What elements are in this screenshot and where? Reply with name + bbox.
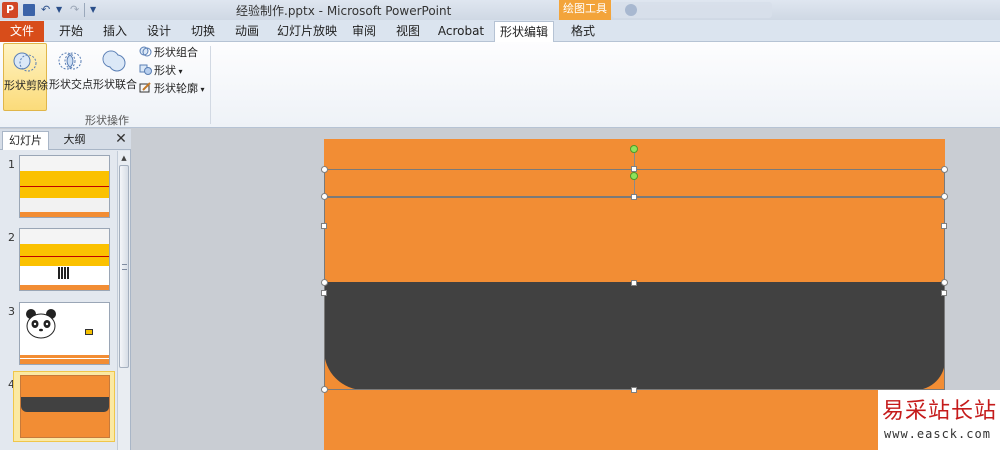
resize-handle[interactable] — [941, 223, 947, 229]
combine-shape-icon — [139, 46, 152, 57]
shape-label: 形状 — [154, 64, 176, 77]
tab-design[interactable]: 设计 — [140, 21, 178, 42]
window-title: 经验制作.pptx - Microsoft PowerPoint — [236, 4, 452, 18]
tab-file[interactable]: 文件 — [0, 21, 44, 42]
ribbon-group-separator — [210, 46, 211, 124]
intersect-shape-label: 形状交点 — [49, 78, 93, 91]
site-watermark: 易采站长站 www.easck.com — [878, 390, 1000, 450]
slide-number-3: 3 — [8, 305, 15, 318]
slide-thumbnail-4-selected[interactable] — [13, 371, 115, 442]
close-icon[interactable]: ✕ — [113, 130, 129, 148]
resize-handle[interactable] — [941, 290, 947, 296]
slide-thumbnail-1[interactable] — [19, 155, 110, 218]
scroll-grip-icon — [122, 264, 127, 270]
ribbon-group-label: 形状操作 — [85, 114, 129, 127]
resize-handle[interactable] — [631, 387, 637, 393]
tab-shape-edit[interactable]: 形状编辑 — [494, 21, 554, 42]
shape-dropdown-icon: ▾ — [176, 67, 183, 76]
resize-handle[interactable] — [321, 290, 327, 296]
ribbon-panel: 形状剪除 形状交点 形状联合 形状组合 形状 ▾ 形状轮廓 ▾ 形状操作 — [0, 42, 1000, 128]
customize-qat-icon[interactable]: ▼ — [90, 3, 96, 17]
powerpoint-icon[interactable]: P — [2, 2, 18, 18]
thumb-yellow-band — [20, 171, 109, 198]
title-bar: P ↶ ▼ ↷ ▼ 经验制作.pptx - Microsoft PowerPoi… — [0, 0, 1000, 20]
shape-outline-label: 形状轮廓 — [154, 82, 198, 95]
intersect-shape-icon — [58, 52, 82, 70]
scroll-thumb[interactable] — [119, 165, 129, 368]
pane-tabs: 幻灯片 大纲 ✕ — [0, 129, 131, 150]
combine-shape-label: 形状组合 — [154, 46, 198, 59]
drawing-tools-header: 绘图工具 — [559, 0, 611, 20]
watermark-url: www.easck.com — [884, 427, 991, 441]
undo-icon[interactable]: ↶ — [41, 3, 50, 17]
shape-outline-button[interactable]: 形状轮廓 ▾ — [139, 80, 205, 97]
subtract-shape-button[interactable]: 形状剪除 — [3, 43, 48, 111]
tab-acrobat[interactable]: Acrobat — [434, 21, 488, 42]
thumb-footer-band — [20, 285, 109, 290]
intersect-shape-button[interactable]: 形状交点 — [49, 43, 93, 111]
selection-box-main — [324, 197, 945, 390]
resize-handle[interactable] — [321, 223, 327, 229]
union-shape-label: 形状联合 — [93, 78, 137, 91]
subtract-shape-label: 形状剪除 — [4, 79, 48, 92]
combine-shape-button[interactable]: 形状组合 — [139, 44, 198, 61]
resize-handle[interactable] — [941, 166, 948, 173]
thumb-yellow-band — [20, 244, 109, 266]
qat-separator — [84, 3, 85, 17]
thumb-red-line — [20, 186, 109, 187]
panda-icon — [26, 309, 56, 339]
undo-dropdown-icon[interactable]: ▼ — [56, 3, 62, 17]
resize-handle[interactable] — [941, 193, 948, 200]
slide-number-1: 1 — [8, 158, 15, 171]
slide-thumbnail-3[interactable] — [19, 302, 110, 365]
tab-outline[interactable]: 大纲 — [52, 131, 97, 150]
scroll-up-icon[interactable]: ▲ — [119, 153, 129, 163]
shape-icon — [139, 64, 152, 75]
watermark-title: 易采站长站 — [882, 399, 998, 424]
tab-insert[interactable]: 插入 — [96, 21, 134, 42]
thumb-red-line — [20, 256, 109, 257]
resize-handle[interactable] — [321, 166, 328, 173]
thumb-line-band — [20, 355, 109, 358]
thumb-top-band — [20, 229, 109, 244]
tab-format[interactable]: 格式 — [562, 21, 604, 42]
slides-scrollbar[interactable]: ▲ — [117, 151, 130, 450]
rotate-handle[interactable] — [630, 172, 638, 180]
thumb-qr-code — [58, 267, 70, 279]
resize-handle[interactable] — [631, 280, 637, 286]
subtract-shape-icon — [13, 52, 37, 72]
slides-pane: 幻灯片 大纲 ✕ 1 2 3 4 ▲ — [0, 129, 131, 450]
save-icon[interactable] — [23, 4, 35, 16]
resize-handle[interactable] — [321, 386, 328, 393]
thumb-footer-band — [20, 212, 109, 217]
tab-slideshow[interactable]: 幻灯片放映 — [276, 21, 338, 42]
thumb-dark-shape — [21, 397, 109, 412]
slide-thumbnail-2[interactable] — [19, 228, 110, 291]
slide-thumbnail-4 — [20, 375, 110, 438]
tab-view[interactable]: 视图 — [390, 21, 426, 42]
union-shape-icon — [102, 50, 126, 72]
tab-home[interactable]: 开始 — [52, 21, 90, 42]
window-control-icon — [625, 4, 637, 16]
thumb-top-band — [20, 156, 109, 171]
resize-handle[interactable] — [631, 194, 637, 200]
outline-icon — [139, 82, 151, 93]
ribbon-tabs: 文件 开始 插入 设计 切换 动画 幻灯片放映 审阅 视图 Acrobat 形状… — [0, 20, 1000, 42]
resize-handle[interactable] — [321, 193, 328, 200]
rotate-handle[interactable] — [630, 145, 638, 153]
tab-review[interactable]: 审阅 — [346, 21, 382, 42]
slide-number-2: 2 — [8, 231, 15, 244]
tab-slides[interactable]: 幻灯片 — [2, 131, 49, 150]
outline-dropdown-icon: ▾ — [198, 85, 205, 94]
union-shape-button[interactable]: 形状联合 — [93, 43, 137, 111]
thumb-light-band — [20, 198, 109, 212]
shape-dropdown-button[interactable]: 形状 ▾ — [139, 62, 183, 79]
thumb-footer-band — [20, 359, 109, 364]
tab-transitions[interactable]: 切换 — [184, 21, 222, 42]
resize-handle[interactable] — [941, 279, 948, 286]
resize-handle[interactable] — [321, 279, 328, 286]
tab-animations[interactable]: 动画 — [228, 21, 266, 42]
envelope-icon — [85, 329, 93, 335]
redo-icon[interactable]: ↷ — [70, 3, 79, 17]
